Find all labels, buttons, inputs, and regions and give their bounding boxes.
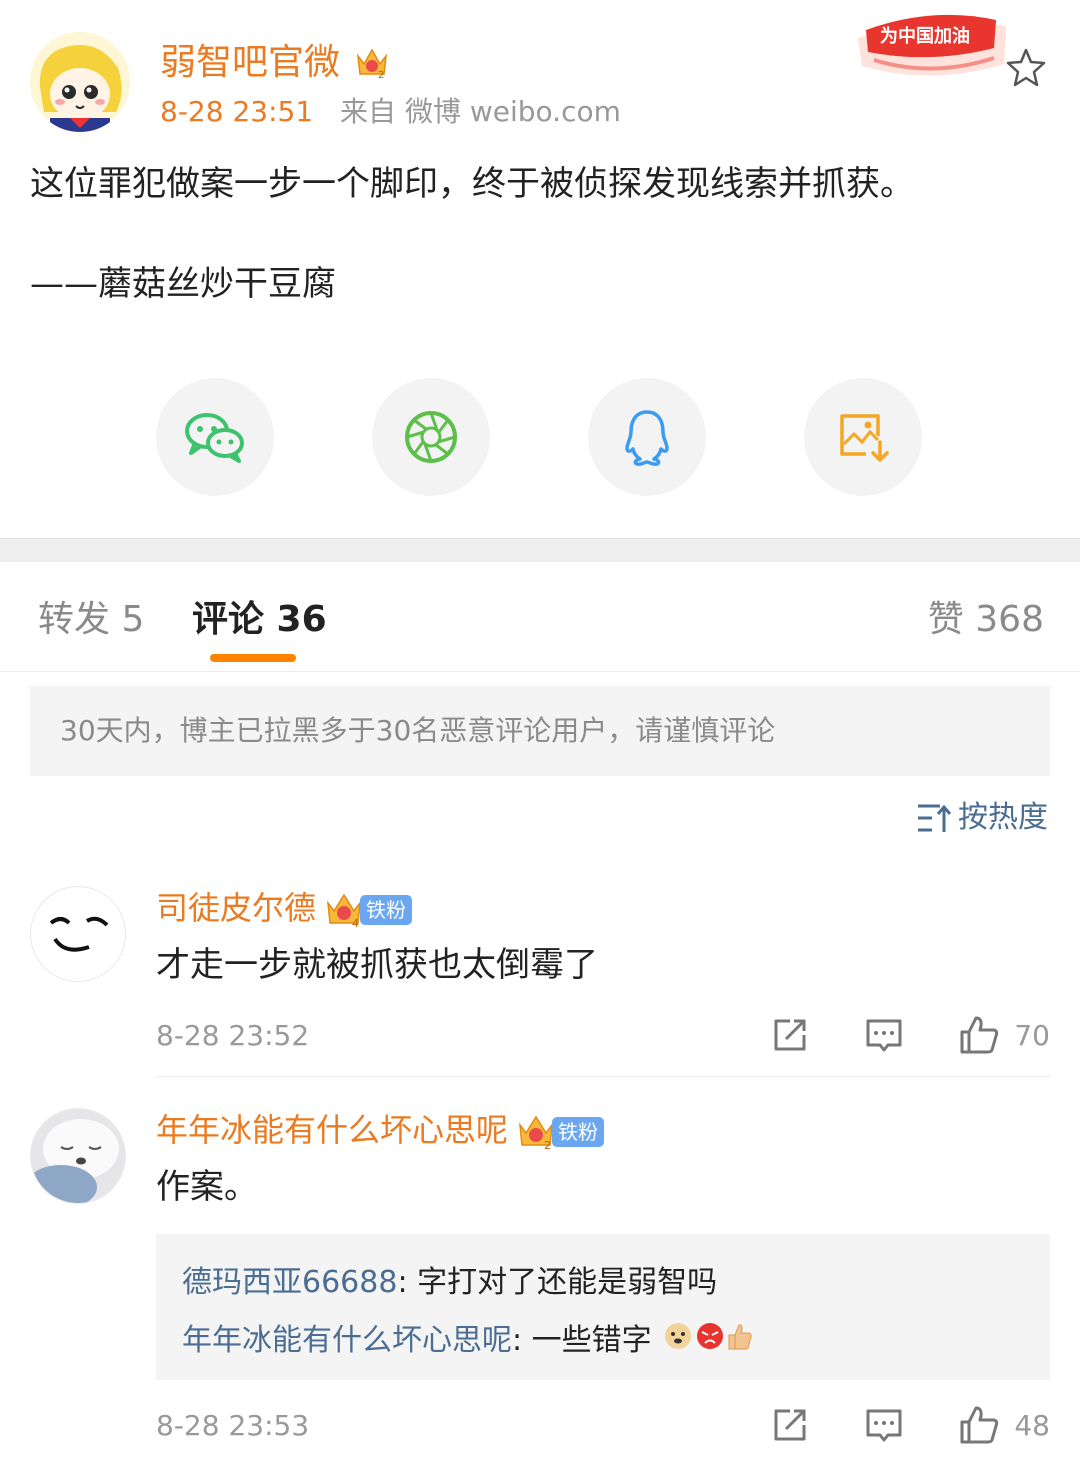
commenter-name[interactable]: 司徒皮尔德 4 铁粉 — [156, 886, 413, 930]
reply-item[interactable]: 年年冰能有什么坏心思呢: 一些错字 — [182, 1312, 1024, 1371]
vip-crown-icon: 4 — [327, 893, 362, 929]
commenter-avatar[interactable] — [30, 1108, 126, 1204]
share-qq-button[interactable] — [588, 378, 706, 496]
thumbs-up-icon — [960, 1406, 999, 1444]
like-count: 48 — [1014, 1408, 1050, 1442]
member-badge: 2 铁粉 — [516, 1113, 605, 1151]
repost-button[interactable] — [770, 1015, 810, 1055]
like-button[interactable]: 48 — [958, 1404, 1050, 1446]
commenter-name[interactable]: 年年冰能有什么坏心思呢 2 铁粉 — [156, 1108, 605, 1152]
fan-badge: 铁粉 — [360, 895, 413, 925]
reply-text: : 一些错字 — [512, 1323, 652, 1358]
reply-author[interactable]: 年年冰能有什么坏心思呢 — [182, 1323, 512, 1358]
reply-button[interactable] — [864, 1015, 904, 1055]
share-moments-button[interactable] — [372, 378, 490, 496]
vip-crown-icon: 2 — [354, 44, 390, 84]
post-content: 这位罪犯做案一步一个脚印，终于被侦探发现线索并抓获。 ——蘑菇丝炒干豆腐 — [30, 158, 1050, 358]
section-gap — [0, 538, 1080, 562]
favorite-star-icon[interactable] — [1004, 46, 1048, 90]
sort-button[interactable]: 按热度 — [916, 798, 1048, 838]
tab-likes[interactable]: 赞 368 — [928, 596, 1044, 644]
member-badge: 4 铁粉 — [324, 891, 413, 929]
comment-divider — [156, 1076, 1050, 1077]
share-wechat-button[interactable] — [156, 378, 274, 496]
author-name[interactable]: 弱智吧官微 — [160, 38, 340, 88]
save-image-button[interactable] — [804, 378, 922, 496]
comment-actions: 70 — [770, 1014, 1050, 1056]
fan-badge: 铁粉 — [552, 1117, 605, 1147]
china-cheer-badge[interactable]: 为中国加油 — [856, 8, 1008, 80]
save-image-icon — [840, 414, 889, 462]
interaction-tabs: 转发 5 评论 36 赞 368 — [0, 562, 1080, 672]
badge-text: 为中国加油 — [880, 25, 970, 47]
tab-repost[interactable]: 转发 5 — [38, 596, 144, 644]
comment-item: 司徒皮尔德 4 铁粉 才走一步就被抓获也太倒霉了 8-28 23:52 70 — [0, 884, 1080, 1078]
repost-button[interactable] — [770, 1405, 810, 1445]
reply-author[interactable]: 德玛西亚66688 — [182, 1265, 397, 1300]
share-row — [0, 378, 1080, 496]
thumbs-up-emoji-icon — [727, 1313, 753, 1371]
repost-icon — [774, 1409, 806, 1441]
commenter-avatar[interactable] — [30, 886, 126, 982]
tab-comments[interactable]: 评论 36 — [192, 596, 327, 644]
comment-text: 才走一步就被抓获也太倒霉了 — [156, 945, 598, 985]
thumbs-up-icon — [960, 1016, 999, 1054]
sort-label: 按热度 — [958, 800, 1048, 835]
svg-text:2: 2 — [378, 70, 384, 80]
comment-notice: 30天内，博主已拉黑多于30名恶意评论用户，请谨慎评论 — [30, 686, 1050, 776]
comment-icon — [866, 1409, 902, 1442]
like-button[interactable]: 70 — [958, 1014, 1050, 1056]
reply-item[interactable]: 德玛西亚66688: 字打对了还能是弱智吗 — [182, 1254, 1024, 1312]
post-meta: 8-28 23:51 来自 微博 weibo.com — [160, 92, 621, 132]
comment-time: 8-28 23:53 — [156, 1409, 310, 1442]
doge-emoji-icon — [663, 1313, 693, 1371]
comment-actions: 48 — [770, 1404, 1050, 1446]
repost-icon — [774, 1019, 806, 1051]
reply-text: : 字打对了还能是弱智吗 — [397, 1265, 718, 1300]
comment-time: 8-28 23:52 — [156, 1019, 310, 1052]
like-count: 70 — [1014, 1018, 1050, 1052]
post-text-line1: 这位罪犯做案一步一个脚印，终于被侦探发现线索并抓获。 — [30, 164, 914, 204]
qq-icon — [625, 410, 669, 466]
vip-crown-icon: 2 — [519, 1115, 554, 1151]
comment-text: 作案。 — [156, 1167, 258, 1207]
svg-text:4: 4 — [352, 917, 359, 929]
comment-item: 年年冰能有什么坏心思呢 2 铁粉 作案。 德玛西亚66688: 字打对了还能是弱… — [0, 1104, 1080, 1444]
moments-icon — [405, 411, 457, 463]
wechat-icon — [185, 413, 244, 463]
post-text-line2: ——蘑菇丝炒干豆腐 — [30, 264, 336, 304]
active-tab-indicator — [210, 654, 296, 662]
sort-icon — [918, 804, 952, 832]
svg-text:2: 2 — [544, 1139, 551, 1151]
weibo-post: 弱智吧官微 2 8-28 23:51 来自 微博 weibo.com 为中国加油… — [0, 0, 1080, 538]
reply-button[interactable] — [864, 1405, 904, 1445]
post-source: 来自 微博 weibo.com — [340, 95, 621, 128]
author-avatar[interactable] — [30, 32, 130, 132]
reply-preview[interactable]: 德玛西亚66688: 字打对了还能是弱智吗 年年冰能有什么坏心思呢: 一些错字 — [156, 1234, 1050, 1380]
comment-icon — [866, 1019, 902, 1052]
angry-emoji-icon — [695, 1313, 725, 1371]
post-time: 8-28 23:51 — [160, 95, 314, 128]
